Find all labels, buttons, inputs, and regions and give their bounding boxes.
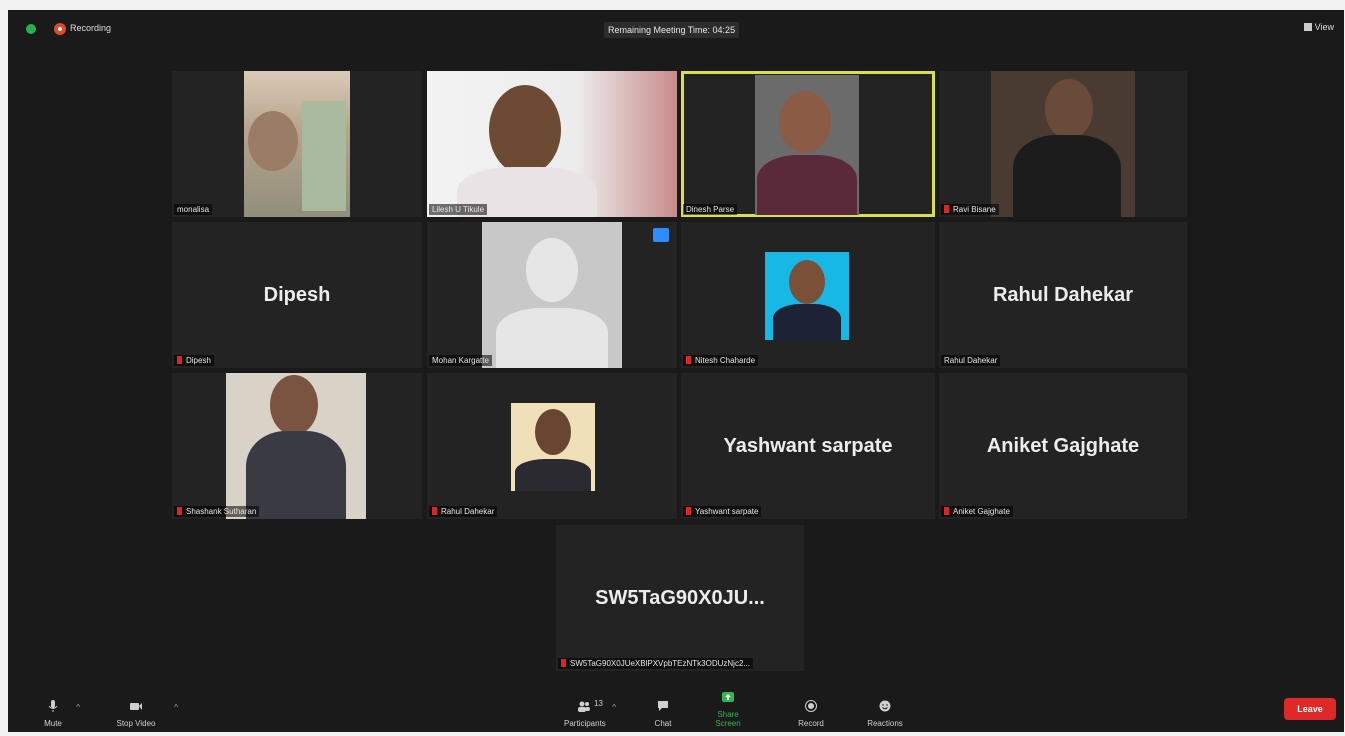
person-head <box>535 409 571 455</box>
reactions-smiley-icon <box>879 700 891 712</box>
participant-display-name: Rahul Dahekar <box>992 283 1134 306</box>
person-head <box>526 238 578 302</box>
muted-mic-icon <box>177 356 182 364</box>
participant-name-tag: Ravi Bisane <box>941 204 999 215</box>
video-options-caret[interactable]: ^ <box>174 703 178 712</box>
person-body <box>515 459 591 491</box>
microphone-icon <box>48 700 58 712</box>
participant-name-tag: Shashank Sutharan <box>174 506 260 517</box>
stop-video-button[interactable]: Stop Video ^ <box>106 699 178 728</box>
window-background <box>302 101 346 211</box>
participant-name-tag: Rahul Dahekar <box>429 506 498 517</box>
participant-tile[interactable]: Aniket Gajghate Aniket Gajghate <box>939 373 1187 519</box>
participant-tile[interactable]: SW5TaG90X0JU... SW5TaG90X0JUeXBlPXVpbTEz… <box>556 525 804 671</box>
view-button[interactable]: View <box>1303 22 1334 32</box>
participants-button[interactable]: 13 Participants ^ <box>564 699 616 728</box>
participant-video <box>244 71 350 217</box>
recording-icon <box>54 23 66 35</box>
more-options-icon[interactable] <box>653 228 669 242</box>
participant-tile[interactable]: Nitesh Chaharde <box>681 222 935 368</box>
profile-placeholder-picture <box>482 222 622 368</box>
person-head <box>779 91 831 153</box>
recording-label: Recording <box>70 23 112 33</box>
person-body <box>757 155 857 215</box>
record-button[interactable]: Record <box>796 699 826 728</box>
participant-video <box>226 373 366 519</box>
participants-icon <box>578 701 590 712</box>
person-head <box>489 85 561 175</box>
participant-name-tag: Dipesh <box>174 355 214 366</box>
participant-tile[interactable]: Dipesh Dipesh <box>172 222 422 368</box>
mute-options-caret[interactable]: ^ <box>76 703 80 712</box>
participant-tile[interactable]: Mohan Kargatte <box>427 222 677 368</box>
profile-picture <box>765 252 849 340</box>
muted-mic-icon <box>177 507 182 515</box>
muted-mic-icon <box>944 507 949 515</box>
person-head <box>789 260 825 304</box>
participant-name-tag: Nitesh Chaharde <box>683 355 759 366</box>
participant-tile[interactable]: Yashwant sarpate Yashwant sarpate <box>681 373 935 519</box>
participant-name-tag: SW5TaG90X0JUeXBlPXVpbTEzNTk3ODUzNjc2... <box>558 658 754 669</box>
person-body <box>496 308 608 368</box>
person-head <box>248 111 298 171</box>
person-head <box>1045 79 1093 139</box>
reactions-button[interactable]: Reactions <box>862 699 908 728</box>
participant-name-tag: Mohan Kargatte <box>429 355 492 366</box>
profile-picture <box>511 403 595 491</box>
participant-tile[interactable]: Ravi Bisane <box>939 71 1187 217</box>
muted-mic-icon <box>686 507 691 515</box>
grid-view-icon <box>1303 23 1312 31</box>
mute-button[interactable]: Mute ^ <box>38 699 80 728</box>
participant-video <box>427 71 677 217</box>
participants-options-caret[interactable]: ^ <box>612 703 616 712</box>
participant-display-name: Dipesh <box>263 283 331 306</box>
muted-mic-icon <box>686 356 691 364</box>
participant-name-tag: Aniket Gajghate <box>941 506 1013 517</box>
participant-name-tag: Lilesh U Tikule <box>429 204 488 215</box>
participant-tile[interactable]: Lilesh U Tikule <box>427 71 677 217</box>
person-body <box>773 304 841 340</box>
video-camera-icon <box>130 703 142 710</box>
participant-display-name: SW5TaG90X0JU... <box>595 586 765 609</box>
meeting-controls-toolbar: Mute ^ Stop Video ^ 13 Participants ^ Ch… <box>8 682 1344 732</box>
participant-name-tag: Dinesh Parse <box>683 204 738 215</box>
share-screen-button[interactable]: Share Screen <box>706 690 750 728</box>
participant-display-name: Yashwant sarpate <box>723 434 893 457</box>
participant-tile[interactable]: monalisa <box>172 71 422 217</box>
zoom-meeting-window: Recording Remaining Meeting Time: 04:25 … <box>8 10 1344 732</box>
muted-mic-icon <box>432 507 437 515</box>
participant-video <box>755 75 859 215</box>
participant-tile[interactable]: Rahul Dahekar <box>427 373 677 519</box>
muted-mic-icon <box>944 205 949 213</box>
share-screen-icon <box>722 692 734 702</box>
person-head <box>270 375 318 435</box>
person-body <box>1013 135 1121 217</box>
participant-name-tag: monalisa <box>174 204 213 215</box>
encryption-shield-icon[interactable] <box>26 24 36 34</box>
participant-display-name: Aniket Gajghate <box>986 434 1140 457</box>
participant-tile[interactable]: Shashank Sutharan <box>172 373 422 519</box>
top-bar: Recording Remaining Meeting Time: 04:25 … <box>8 10 1344 50</box>
participant-video <box>991 71 1135 217</box>
participants-count: 13 <box>594 699 603 708</box>
participant-tile[interactable]: Rahul Dahekar Rahul Dahekar <box>939 222 1187 368</box>
participant-tile-active-speaker[interactable]: Dinesh Parse <box>681 71 935 217</box>
chat-bubble-icon <box>658 701 668 711</box>
participant-name-tag: Yashwant sarpate <box>683 506 762 517</box>
leave-meeting-button[interactable]: Leave <box>1284 698 1336 720</box>
remaining-meeting-time: Remaining Meeting Time: 04:25 <box>604 22 740 38</box>
chat-button[interactable]: Chat <box>648 699 678 728</box>
person-body <box>246 431 346 519</box>
participant-name-tag: Rahul Dahekar <box>941 355 1001 366</box>
record-icon <box>805 700 817 712</box>
muted-mic-icon <box>561 659 566 667</box>
